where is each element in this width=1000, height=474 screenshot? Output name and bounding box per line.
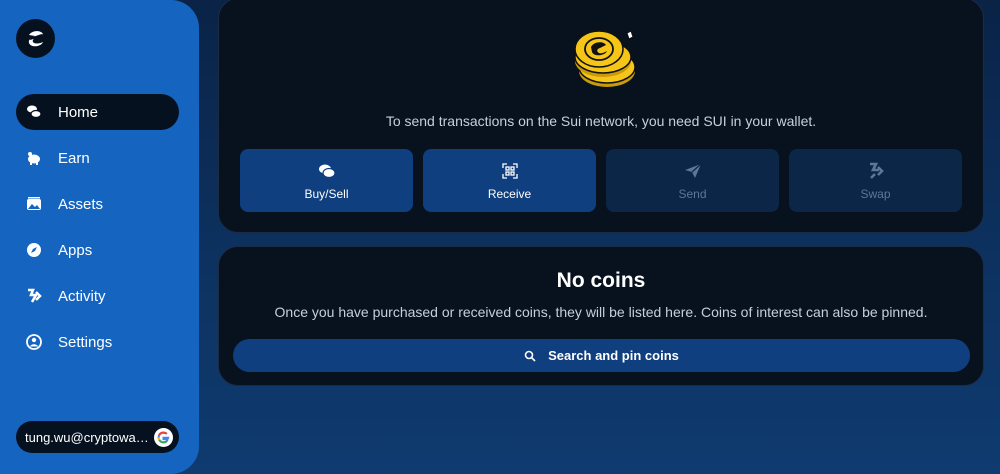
receive-button[interactable]: Receive bbox=[423, 149, 596, 212]
action-label: Swap bbox=[860, 186, 891, 201]
sui-logo-icon[interactable] bbox=[16, 19, 55, 58]
account-button[interactable]: tung.wu@cryptowallet.com bbox=[16, 421, 179, 453]
google-icon bbox=[154, 427, 173, 447]
qr-code-icon bbox=[501, 161, 518, 181]
compass-icon bbox=[26, 242, 42, 258]
no-coins-description: Once you have purchased or received coin… bbox=[274, 304, 928, 320]
swap-button[interactable]: Swap bbox=[789, 149, 962, 212]
image-icon bbox=[26, 196, 42, 212]
sidebar-item-label: Earn bbox=[58, 149, 90, 167]
no-coins-title: No coins bbox=[556, 269, 646, 292]
sidebar-item-label: Settings bbox=[58, 333, 113, 351]
send-button[interactable]: Send bbox=[606, 149, 779, 212]
swap-icon bbox=[867, 161, 885, 181]
coins-illustration-icon bbox=[574, 30, 636, 87]
action-label: Receive bbox=[487, 186, 532, 201]
sidebar-item-label: Activity bbox=[58, 287, 106, 305]
sidebar-item-label: Apps bbox=[58, 241, 93, 259]
coin-icon bbox=[318, 161, 336, 181]
sidebar-item-apps[interactable]: Apps bbox=[16, 232, 179, 268]
home-icon bbox=[26, 104, 42, 120]
sidebar-item-assets[interactable]: Assets bbox=[16, 186, 179, 222]
account-email: tung.wu@cryptowallet.com bbox=[25, 429, 150, 445]
action-buttons: Buy/Sell Receive Send Swap bbox=[240, 149, 962, 212]
sidebar-item-label: Assets bbox=[58, 195, 104, 213]
sidebar-item-activity[interactable]: Activity bbox=[16, 278, 179, 314]
settings-icon bbox=[26, 334, 42, 350]
action-label: Buy/Sell bbox=[304, 186, 349, 201]
activity-icon bbox=[26, 288, 42, 304]
coins-card: No coins Once you have purchased or rece… bbox=[218, 246, 984, 386]
search-pin-coins-button[interactable]: Search and pin coins bbox=[233, 339, 970, 372]
search-icon bbox=[524, 350, 536, 362]
action-label: Send bbox=[678, 186, 707, 201]
search-pin-coins-label: Search and pin coins bbox=[548, 348, 679, 363]
sidebar: Home Earn Assets Apps Activity Settings … bbox=[0, 0, 199, 474]
send-icon bbox=[684, 161, 702, 181]
sidebar-item-home[interactable]: Home bbox=[16, 94, 179, 130]
sidebar-item-label: Home bbox=[58, 103, 99, 121]
sidebar-item-earn[interactable]: Earn bbox=[16, 140, 179, 176]
sidebar-nav: Home Earn Assets Apps Activity Settings bbox=[16, 94, 179, 370]
sidebar-item-settings[interactable]: Settings bbox=[16, 324, 179, 360]
buy-sell-button[interactable]: Buy/Sell bbox=[240, 149, 413, 212]
piggy-bank-icon bbox=[26, 150, 42, 166]
info-text: To send transactions on the Sui network,… bbox=[385, 113, 817, 129]
wallet-actions-card: To send transactions on the Sui network,… bbox=[218, 0, 984, 233]
